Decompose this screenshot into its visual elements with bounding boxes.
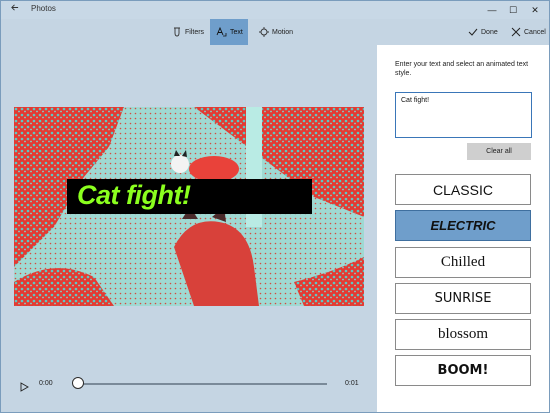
text-style-panel: Enter your text and select an animated t… — [377, 45, 549, 412]
title-bar: Photos — ☐ ✕ — [1, 1, 549, 19]
done-label: Done — [481, 28, 498, 36]
text-label: Text — [230, 28, 243, 36]
text-icon — [216, 27, 227, 38]
text-button[interactable]: Text — [210, 19, 248, 45]
caption-text: Cat fight! — [77, 180, 191, 210]
style-boom-button[interactable]: BOOM! — [395, 355, 531, 386]
timeline-scrubber[interactable] — [72, 377, 84, 389]
instructions-text: Enter your text and select an animated t… — [395, 61, 529, 77]
play-icon — [20, 382, 29, 392]
back-arrow-icon — [10, 4, 18, 11]
motion-label: Motion — [272, 28, 294, 36]
style-electric-button[interactable]: ELECTRIC — [395, 210, 531, 241]
preview-area: Cat fight! 0:00 0:01 — [1, 45, 377, 412]
style-blossom-button[interactable]: blossom — [395, 319, 531, 350]
play-button[interactable] — [20, 379, 30, 392]
back-button[interactable] — [7, 3, 21, 17]
caption-text-input[interactable] — [395, 92, 532, 138]
filters-label: Filters — [185, 28, 205, 36]
photos-window: Photos — ☐ ✕ Filters Text Motion Done Ca… — [0, 0, 550, 413]
checkmark-icon — [467, 27, 478, 38]
style-chilled-button[interactable]: Chilled — [395, 247, 531, 278]
clear-all-button[interactable]: Clear all — [467, 143, 531, 160]
close-window-button[interactable]: ✕ — [524, 2, 546, 18]
cancel-label: Cancel — [524, 28, 546, 36]
done-button[interactable]: Done — [461, 19, 504, 45]
motion-button[interactable]: Motion — [252, 19, 299, 45]
current-time: 0:00 — [39, 380, 53, 387]
app-title: Photos — [31, 4, 56, 13]
video-preview[interactable]: Cat fight! — [14, 107, 364, 306]
motion-icon — [258, 27, 269, 38]
caption-overlay[interactable]: Cat fight! — [67, 179, 312, 214]
filters-icon — [171, 27, 182, 38]
timeline-track[interactable] — [77, 383, 327, 385]
style-sunrise-button[interactable]: SUNRISE — [395, 283, 531, 314]
cancel-button[interactable]: Cancel — [504, 19, 549, 45]
style-classic-button[interactable]: CLASSIC — [395, 174, 531, 205]
minimize-button[interactable]: — — [481, 2, 503, 18]
filters-button[interactable]: Filters — [165, 19, 210, 45]
edit-toolbar: Filters Text Motion Done Cancel — [1, 19, 549, 45]
end-time: 0:01 — [345, 380, 359, 387]
maximize-button[interactable]: ☐ — [502, 2, 524, 18]
close-icon — [510, 27, 521, 38]
